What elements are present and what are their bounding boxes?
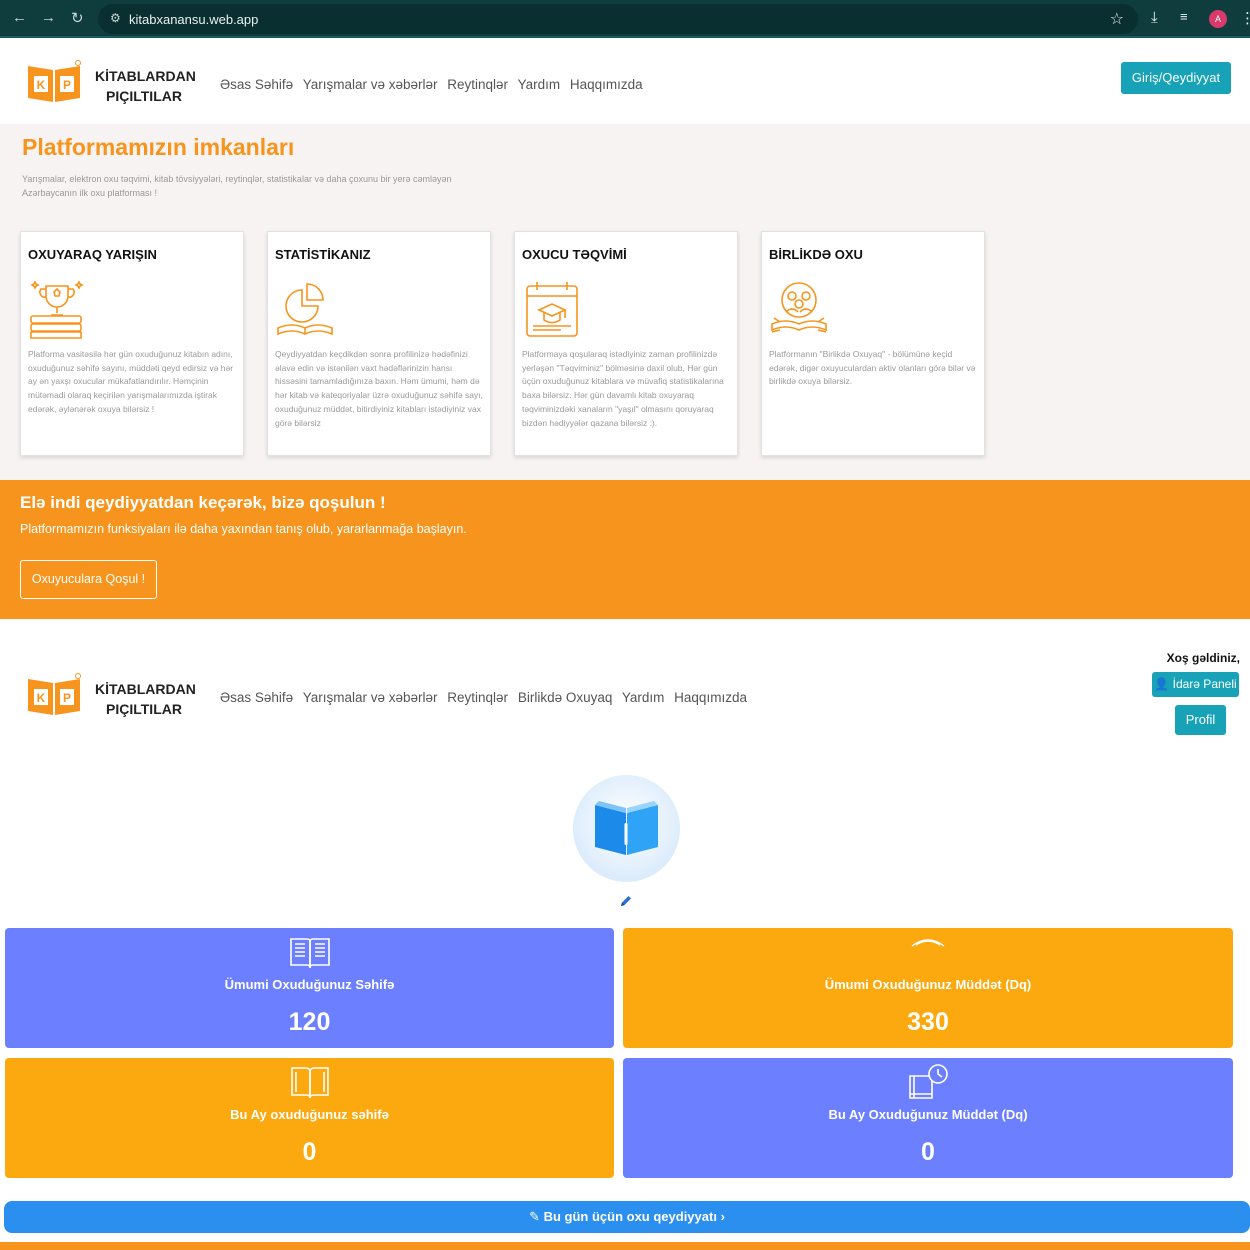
nav-home[interactable]: Əsas Səhifə: [220, 690, 293, 705]
stat-card-total-pages: Ümumi Oxuduğunuz Səhifə 120: [5, 928, 614, 1048]
nav-ratings[interactable]: Reytinqlər: [447, 690, 508, 705]
main-nav-user: Əsas Səhifə Yarışmalar və xəbərlər Reyti…: [220, 690, 753, 705]
book-icon: [595, 801, 658, 855]
main-nav-guest: Əsas Səhifə Yarışmalar və xəbərlər Reyti…: [220, 77, 649, 92]
join-banner-text: Platformamızın funksiyaları ilə daha yax…: [20, 522, 467, 536]
brand-line2: PIÇILTILAR: [106, 88, 182, 104]
newspaper-book-icon: [289, 938, 330, 969]
brand-line1: KİTABLARDAN: [95, 681, 196, 697]
brand-line2: PIÇILTILAR: [106, 701, 182, 717]
login-register-button[interactable]: Giriş/Qeydiyyat: [1121, 62, 1231, 94]
pencil-icon: ✎: [529, 1209, 540, 1224]
calendar-icon: [526, 282, 578, 337]
logo-letter-p: P: [63, 78, 71, 92]
back-icon[interactable]: ←: [12, 9, 27, 26]
bookmark-star-icon[interactable]: ☆: [1110, 9, 1124, 29]
feature-card-title: OXUCU TƏQVİMİ: [522, 247, 627, 262]
nav-about[interactable]: Haqqımızda: [674, 690, 747, 705]
feature-card-text: Platformaya qoşularaq istədiyiniz zaman …: [522, 349, 724, 428]
features-title: Platformamızın imkanları: [22, 134, 295, 160]
nav-help[interactable]: Yardım: [518, 77, 561, 92]
stat-label: Bu Ay oxuduğunuz səhifə: [230, 1107, 389, 1122]
stat-card-month-pages: Bu Ay oxuduğunuz səhifə 0: [5, 1058, 614, 1178]
browser-toolbar: ← → ↻ ⚙ kitabxanansu.web.app ☆ ⤓ ≡ A ⋮: [0, 0, 1250, 38]
stat-label: Bu Ay Oxuduğunuz Müddət (Dq): [828, 1107, 1028, 1122]
profile-picture: [573, 775, 680, 882]
logo-icon[interactable]: K P: [26, 60, 82, 104]
daily-reading-log-button[interactable]: ✎ Bu gün üçün oxu qeydiyyatı ›: [4, 1201, 1250, 1233]
feature-card-read-together: BİRLİKDƏ OXU Platformanın "Birlikdə Oxuy…: [761, 231, 985, 456]
stat-label: Ümumi Oxuduğunuz Səhifə: [224, 977, 395, 992]
pie-chart-icon: [277, 283, 333, 336]
book-clock-icon: [909, 1064, 948, 1099]
feature-card-title: BİRLİKDƏ OXU: [769, 247, 863, 262]
daily-reading-log-label: Bu gün üçün oxu qeydiyyatı: [543, 1209, 717, 1224]
timer-icon: [911, 939, 945, 947]
group-reading-icon: [771, 282, 827, 333]
features-subtitle: Yarışmalar, elektron oxu təqvimi, kitab …: [22, 174, 452, 198]
stat-value: 0: [921, 1138, 935, 1166]
user-icon: 👤: [1154, 677, 1170, 691]
join-readers-button[interactable]: Oxuyuculara Qoşul !: [20, 560, 157, 599]
welcome-text: Xoş gəldiniz,: [1166, 651, 1240, 665]
nav-read-together[interactable]: Birlikdə Oxuyaq: [518, 690, 613, 705]
nav-competitions[interactable]: Yarışmalar və xəbərlər: [303, 690, 438, 705]
admin-panel-button[interactable]: 👤 İdarə Paneli: [1152, 672, 1239, 697]
brand-line1: KİTABLARDAN: [95, 68, 196, 84]
bottom-accent-bar: [0, 1242, 1250, 1250]
nav-ratings[interactable]: Reytinqlər: [447, 77, 508, 92]
feature-card-statistics: STATİSTİKANIZ Qeydiyyatdan keçdikdən son…: [267, 231, 491, 456]
feature-card-text: Platforma vasitəsilə hər gün oxuduğunuz …: [28, 349, 234, 414]
nav-competitions[interactable]: Yarışmalar və xəbərlər: [303, 77, 438, 92]
brand-name[interactable]: KİTABLARDAN PIÇILTILAR: [95, 679, 196, 719]
address-bar[interactable]: ⚙ kitabxanansu.web.app ☆: [98, 4, 1138, 34]
download-icon[interactable]: ⤓: [1151, 9, 1158, 26]
url-text: kitabxanansu.web.app: [129, 12, 259, 27]
browser-menu-icon[interactable]: ⋮: [1240, 9, 1250, 27]
trophy-icon: [30, 280, 84, 339]
logo-letter-p: P: [63, 691, 71, 705]
feature-card-title: STATİSTİKANIZ: [275, 247, 371, 262]
site-header-user: K P KİTABLARDAN PIÇILTILAR Əsas Səhifə Y…: [0, 653, 1250, 735]
feature-card-text: Platformanın "Birlikdə Oxuyaq" - bölümün…: [769, 349, 976, 387]
features-section: Platformamızın imkanları Yarışmalar, ele…: [0, 124, 1250, 480]
logo-letter-k: K: [37, 78, 46, 92]
feature-card-text: Qeydiyyatdan keçdikdən sonra profilinizə…: [275, 349, 483, 428]
logo-icon[interactable]: K P: [26, 673, 82, 717]
reading-list-icon[interactable]: ≡: [1180, 9, 1188, 24]
site-settings-icon[interactable]: ⚙: [110, 11, 121, 25]
stat-card-total-minutes: Ümumi Oxuduğunuz Müddət (Dq) 330: [623, 928, 1233, 1048]
nav-help[interactable]: Yardım: [622, 690, 665, 705]
chevron-right-icon: ›: [720, 1209, 725, 1224]
stat-value: 330: [907, 1008, 949, 1036]
profile-avatar[interactable]: A: [1209, 10, 1227, 28]
edit-pencil-icon[interactable]: [619, 894, 633, 908]
stat-card-month-minutes: Bu Ay Oxuduğunuz Müddət (Dq) 0: [623, 1058, 1233, 1178]
forward-icon[interactable]: →: [41, 9, 56, 26]
join-banner-title: Elə indi qeydiyyatdan keçərək, bizə qoşu…: [20, 493, 386, 512]
join-banner: Elə indi qeydiyyatdan keçərək, bizə qoşu…: [0, 480, 1250, 619]
stat-value: 120: [288, 1008, 331, 1036]
stat-label: Ümumi Oxuduğunuz Müddət (Dq): [824, 977, 1032, 992]
logo-letter-k: K: [37, 691, 46, 705]
open-book-icon: [290, 1067, 329, 1099]
site-header-guest: K P KİTABLARDAN PIÇILTILAR Əsas Səhifə Y…: [0, 40, 1250, 126]
feature-card-compete: OXUYARAQ YARIŞIN Platforma vasitəsilə hə…: [20, 231, 244, 456]
stat-value: 0: [302, 1138, 317, 1166]
brand-name[interactable]: KİTABLARDAN PIÇILTILAR: [95, 66, 196, 106]
feature-card-calendar: OXUCU TƏQVİMİ Platformaya qoşularaq istə…: [514, 231, 738, 456]
nav-about[interactable]: Haqqımızda: [570, 77, 643, 92]
reload-icon[interactable]: ↻: [71, 9, 84, 27]
admin-panel-label: İdarə Paneli: [1172, 677, 1237, 691]
nav-home[interactable]: Əsas Səhifə: [220, 77, 293, 92]
feature-card-title: OXUYARAQ YARIŞIN: [28, 247, 157, 262]
profile-button[interactable]: Profil: [1175, 705, 1226, 735]
